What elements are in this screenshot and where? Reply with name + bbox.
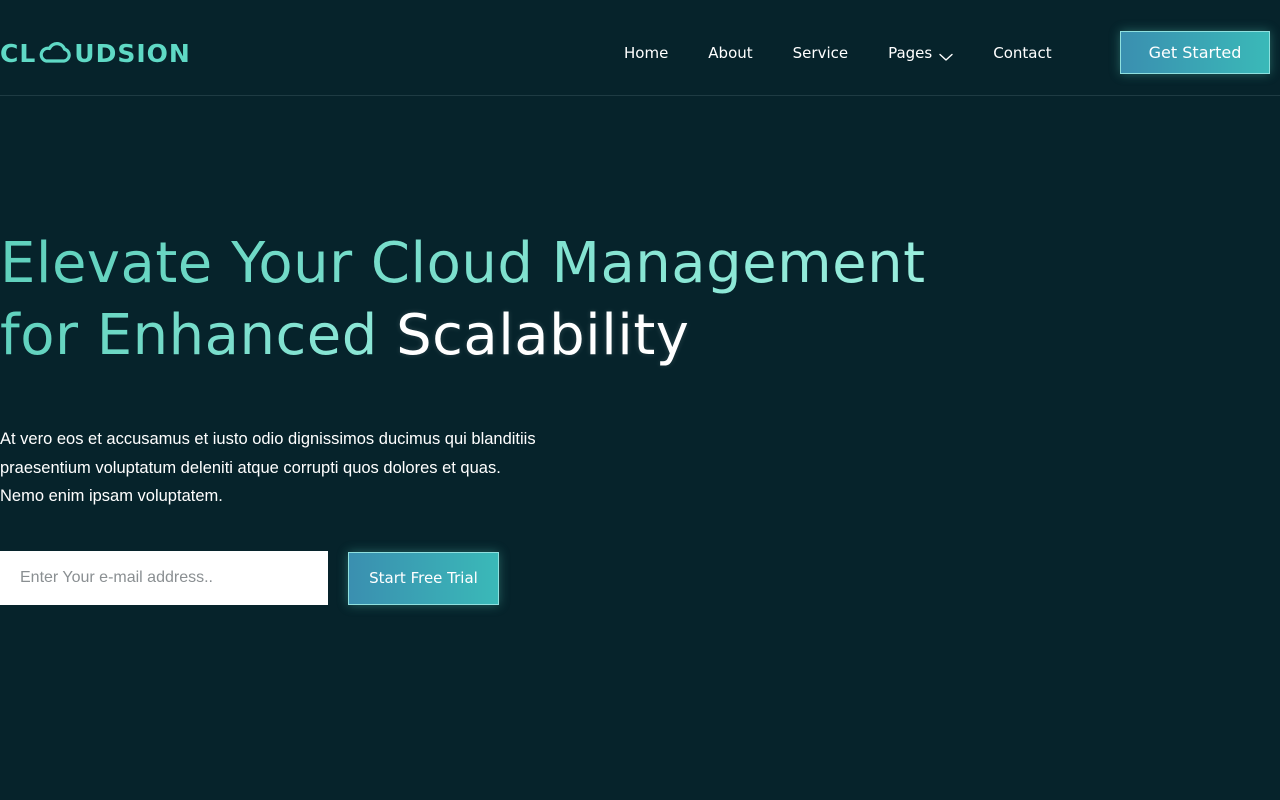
hero-description-line: Nemo enim ipsam voluptatem.: [0, 487, 223, 505]
hero-description-line: praesentium voluptatum deleniti atque co…: [0, 458, 501, 477]
nav-item-about[interactable]: About: [708, 44, 752, 62]
start-free-trial-button[interactable]: Start Free Trial: [348, 551, 499, 605]
landing-page: CL UDSION Home About Service Pages Conta…: [0, 0, 1280, 800]
nav-item-label: Service: [792, 44, 849, 62]
nav-item-pages[interactable]: Pages: [888, 44, 953, 62]
hero-title-line2: for Enhanced Scalability: [0, 300, 1000, 372]
brand-name-prefix: CL: [0, 38, 37, 68]
brand-name-suffix: UDSION: [74, 38, 191, 68]
nav-item-label: Contact: [993, 44, 1052, 62]
hero-description: At vero eos et accusamus et iusto odio d…: [0, 425, 620, 511]
hero-title-highlight: Scalability: [396, 303, 690, 368]
main-nav: Home About Service Pages Contact: [624, 42, 1052, 64]
nav-item-home[interactable]: Home: [624, 44, 668, 62]
site-header: CL UDSION Home About Service Pages Conta…: [0, 0, 1280, 96]
nav-item-service[interactable]: Service: [793, 44, 848, 62]
hero-title: Elevate Your Cloud Management for Enhanc…: [0, 228, 1000, 372]
hero-title-line2-start: for Enhanced: [0, 303, 397, 368]
signup-form: Start Free Trial: [0, 551, 499, 605]
cloud-icon: [37, 42, 73, 64]
nav-item-contact[interactable]: Contact: [993, 44, 1051, 62]
hero-title-line1: Elevate Your Cloud Management: [0, 228, 1000, 300]
brand-logo[interactable]: CL UDSION: [0, 37, 191, 69]
nav-item-label: Home: [624, 44, 669, 62]
hero-description-line: At vero eos et accusamus et iusto odio d…: [0, 430, 536, 448]
get-started-button[interactable]: Get Started: [1120, 31, 1270, 74]
nav-item-label: About: [708, 44, 753, 62]
chevron-down-icon: [939, 48, 953, 61]
nav-item-label: Pages: [888, 44, 933, 62]
email-input[interactable]: [0, 551, 328, 605]
